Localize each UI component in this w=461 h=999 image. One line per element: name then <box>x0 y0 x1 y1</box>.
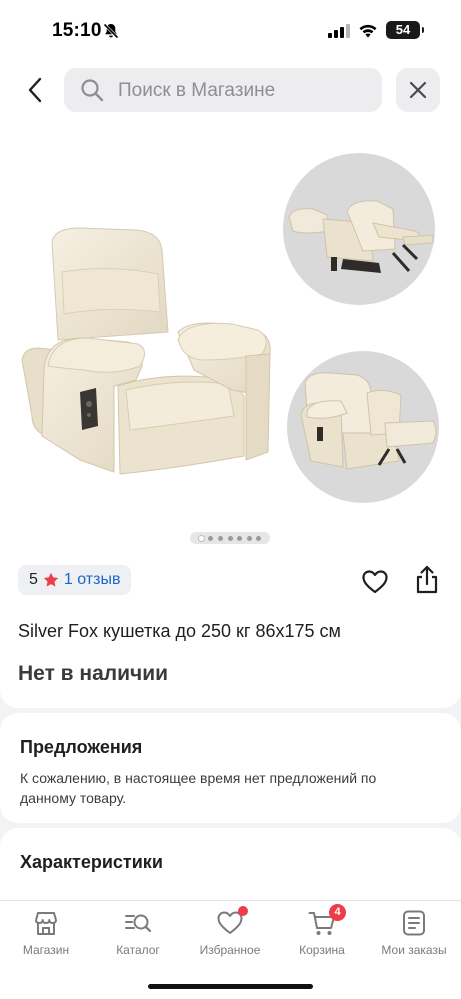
nav-label: Корзина <box>299 943 345 957</box>
nav-item-orders[interactable]: Мои заказы <box>368 909 460 965</box>
nav-label: Магазин <box>22 943 70 957</box>
gallery-thumbnail-footrest[interactable] <box>287 351 439 503</box>
offers-section: Предложения К сожалению, в настоящее вре… <box>0 713 461 823</box>
star-icon <box>43 572 59 587</box>
gallery-thumbnail-reclined[interactable] <box>283 153 435 305</box>
reclined-chair-image <box>288 200 434 273</box>
chevron-left-icon <box>28 77 42 103</box>
bell-off-icon <box>103 23 119 39</box>
stock-status: Нет в наличии <box>18 662 169 685</box>
pagination-dot[interactable] <box>208 535 214 541</box>
pagination-dot[interactable] <box>198 535 204 541</box>
offers-message: К сожалению, в настоящее время нет предл… <box>20 770 377 806</box>
nav-label: Мои заказы <box>381 943 447 957</box>
nav-item-favorites[interactable]: Избранное <box>184 906 276 965</box>
pagination-dot[interactable] <box>246 535 252 541</box>
home-indicator[interactable] <box>148 984 313 989</box>
wifi-icon <box>359 24 377 38</box>
top-bar: Поиск в Магазине <box>0 62 461 120</box>
cart-icon-wrap: 4 <box>308 904 346 937</box>
close-button[interactable] <box>396 68 440 112</box>
status-bar: 15:10 54 <box>0 0 461 62</box>
heart-icon <box>217 906 248 934</box>
product-title: Silver Fox кушетка до 250 кг 86x175 см <box>18 621 341 641</box>
rating-value: 5 <box>29 571 38 588</box>
rating-badge[interactable]: 5 1 отзыв <box>18 565 132 595</box>
close-icon <box>409 81 427 99</box>
pagination-dot[interactable] <box>256 535 262 541</box>
nav-item-cart[interactable]: 4 Корзина <box>276 904 368 965</box>
cart-badge: 4 <box>329 904 346 921</box>
search-icon <box>81 79 104 102</box>
notification-dot <box>238 906 248 916</box>
gallery-pagination[interactable] <box>190 532 270 544</box>
offers-title: Предложения <box>20 737 143 757</box>
footrest-chair-image <box>300 372 437 470</box>
specs-section[interactable]: Характеристики <box>0 828 461 908</box>
signal-icon <box>328 24 350 38</box>
pagination-dot[interactable] <box>237 535 243 541</box>
nav-label: Избранное <box>199 943 261 957</box>
reviews-link[interactable]: 1 отзыв <box>64 571 121 589</box>
favorite-heart-icon[interactable] <box>361 568 389 596</box>
search-placeholder: Поиск в Магазине <box>118 80 276 101</box>
nav-item-store[interactable]: Магазин <box>0 909 92 965</box>
status-time: 15:10 <box>52 20 102 41</box>
pagination-dot[interactable] <box>217 535 223 541</box>
catalog-search-icon <box>125 914 152 933</box>
search-input[interactable]: Поиск в Магазине <box>64 68 382 112</box>
product-gallery[interactable] <box>0 120 461 550</box>
product-info-card: 5 1 отзыв Silver Fox кушетка до 250 кг 8… <box>0 550 461 708</box>
pagination-dot[interactable] <box>227 535 233 541</box>
back-button[interactable] <box>20 72 50 108</box>
share-icon[interactable] <box>413 565 441 595</box>
store-icon <box>35 912 57 935</box>
product-image[interactable] <box>18 220 280 482</box>
battery-indicator: 54 <box>386 21 424 39</box>
orders-icon <box>403 910 425 936</box>
specs-title: Характеристики <box>20 852 163 872</box>
nav-item-catalog[interactable]: Каталог <box>92 909 184 965</box>
nav-label: Каталог <box>116 943 160 957</box>
